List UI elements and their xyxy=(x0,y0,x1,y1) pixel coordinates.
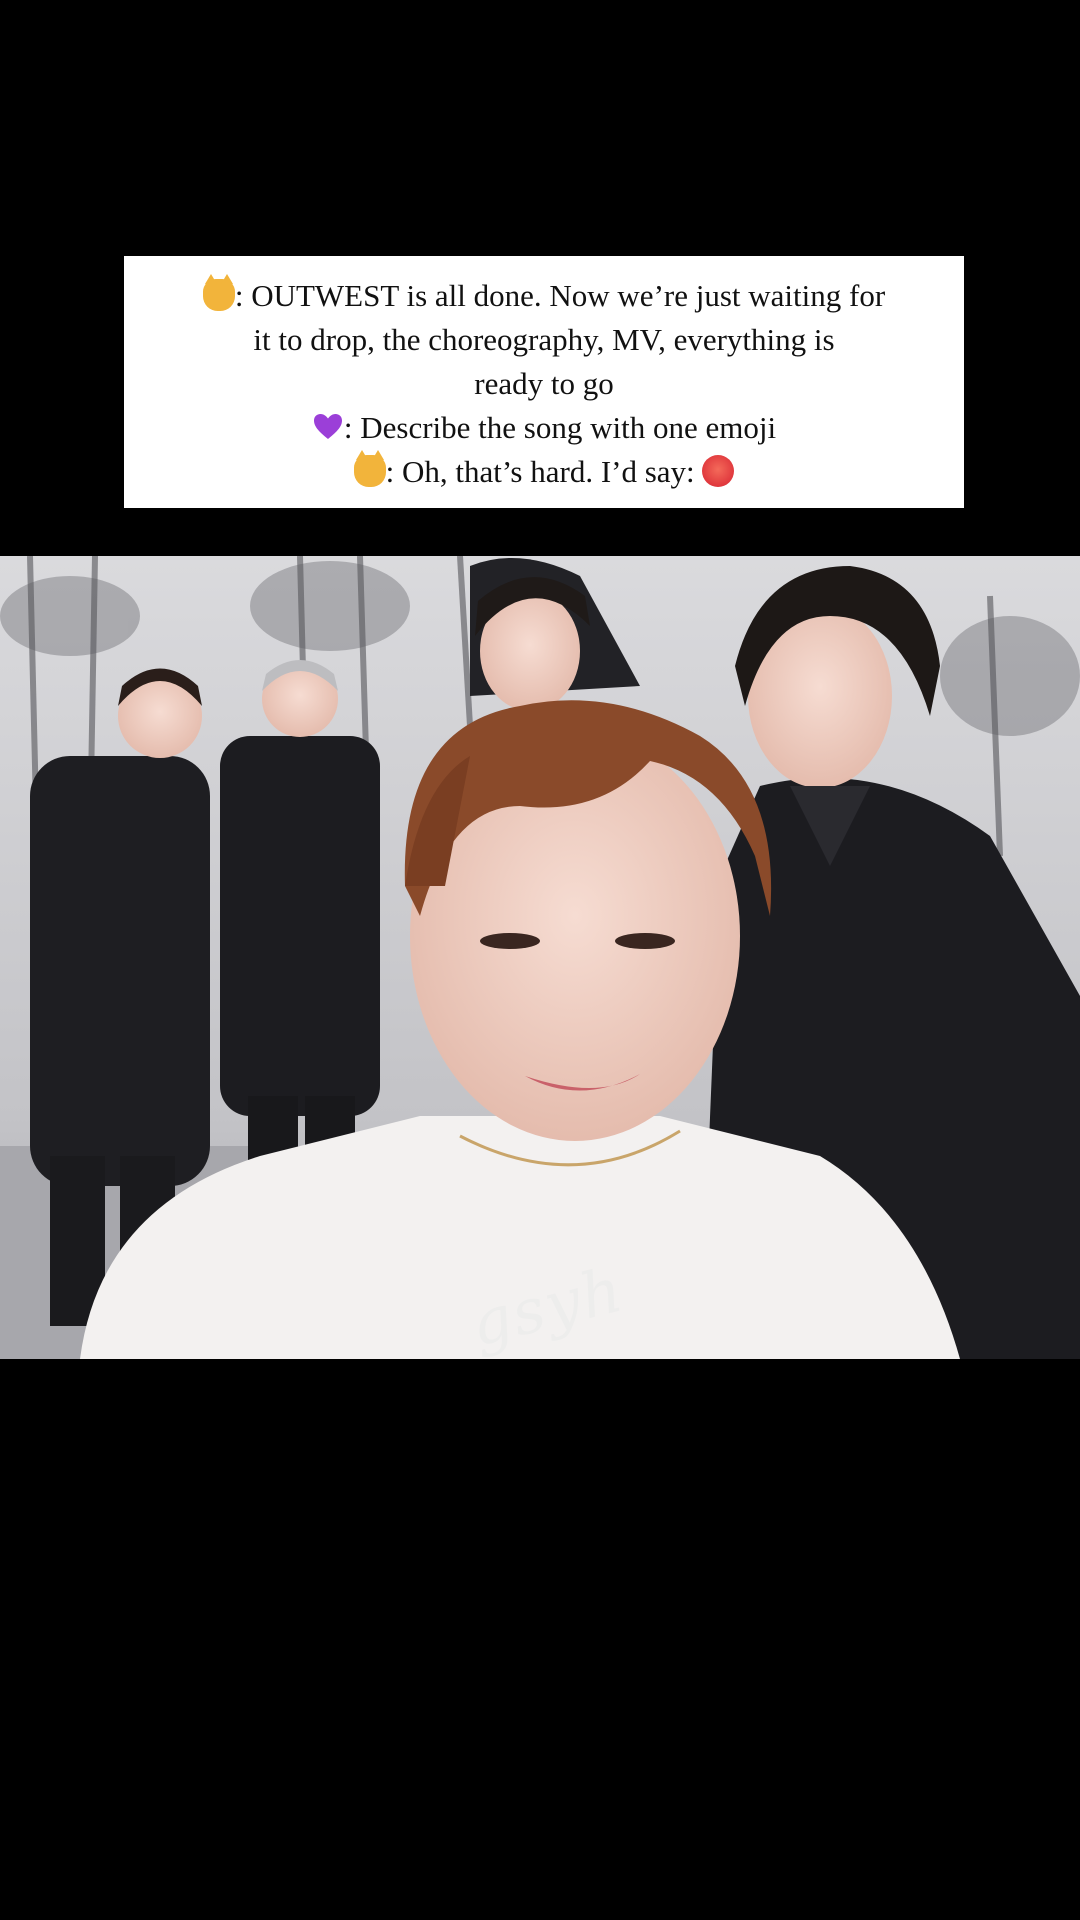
caption-line-5: : Oh, that’s hard. I’d say: xyxy=(144,450,944,494)
hot-face-icon xyxy=(702,455,735,487)
group-photo-illustration xyxy=(0,556,1080,1359)
caption-box: : OUTWEST is all done. Now we’re just wa… xyxy=(124,256,964,508)
caption-line-3: ready to go xyxy=(144,362,944,406)
caption-text-5: : Oh, that’s hard. I’d say: xyxy=(385,454,703,489)
caption-line-4: : Describe the song with one emoji xyxy=(144,406,944,450)
caption-line-1: : OUTWEST is all done. Now we’re just wa… xyxy=(144,274,944,318)
cat-face-icon xyxy=(202,274,235,311)
group-photo xyxy=(0,556,1080,1359)
caption-text-3: ready to go xyxy=(474,366,614,401)
caption-text-2: it to drop, the choreography, MV, everyt… xyxy=(253,322,835,357)
caption-line-2: it to drop, the choreography, MV, everyt… xyxy=(144,318,944,362)
caption-text-4: : Describe the song with one emoji xyxy=(343,410,777,445)
purple-heart-icon xyxy=(312,411,344,443)
cat-face-icon xyxy=(353,450,386,487)
caption-text-1: : OUTWEST is all done. Now we’re just wa… xyxy=(234,278,886,313)
